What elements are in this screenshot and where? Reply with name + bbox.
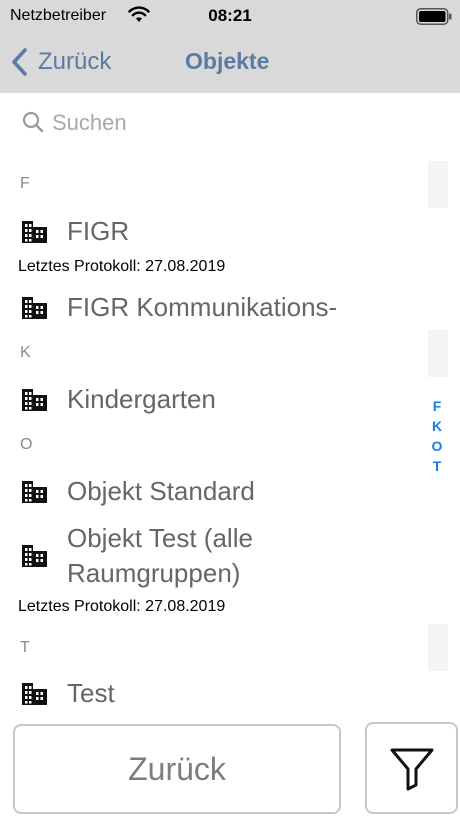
section-header-background: [428, 330, 448, 377]
navigation-bar: Zurück Objekte: [0, 32, 460, 93]
list-item-title: Test: [67, 678, 115, 708]
object-list[interactable]: F FIGR Letztes Protokoll: 27.08.2019 FIG…: [0, 153, 460, 720]
building-icon: [22, 297, 47, 319]
building-icon: [22, 481, 47, 503]
clock: 08:21: [208, 6, 252, 25]
section-index-f[interactable]: F: [425, 398, 449, 414]
chevron-left-icon: [12, 48, 27, 76]
building-icon: [22, 389, 47, 411]
section-header-background: [428, 624, 448, 671]
list-item-objekt-standard[interactable]: Objekt Standard: [0, 469, 420, 517]
section-header-o: O: [20, 436, 33, 453]
list-item-figr[interactable]: FIGR Letztes Protokoll: 27.08.2019: [0, 211, 420, 281]
list-item-title-line2: Raumgruppen): [67, 558, 241, 588]
search-input[interactable]: [52, 108, 432, 138]
filter-icon: [390, 748, 433, 791]
section-index-t[interactable]: T: [425, 458, 449, 474]
nav-back-label: Zurück: [38, 48, 112, 75]
list-item-title: Kindergarten: [67, 384, 216, 414]
list-item-objekt-test[interactable]: Objekt Test (alle Raumgruppen) Letztes P…: [0, 519, 420, 619]
list-item-figr-kommunikations[interactable]: FIGR Kommunikations-: [0, 285, 420, 333]
bottom-toolbar: Zurück: [0, 720, 460, 818]
list-item-title: FIGR Kommunikations-: [67, 292, 338, 322]
section-header-background: [428, 161, 448, 208]
list-item-subtitle: Letztes Protokoll: 27.08.2019: [18, 598, 226, 615]
building-icon: [22, 545, 47, 567]
list-item-title: FIGR: [67, 216, 130, 246]
building-icon: [22, 683, 47, 705]
section-header-k: K: [20, 344, 31, 361]
list-item-title: Objekt Standard: [67, 476, 255, 506]
battery-icon: [416, 8, 452, 25]
search-bar: [0, 93, 460, 153]
section-header-t: T: [20, 639, 30, 656]
section-index-o[interactable]: O: [425, 438, 449, 454]
status-bar: Netzbetreiber 08:21: [0, 0, 460, 32]
section-header-f: F: [20, 175, 30, 192]
list-item-test[interactable]: Test: [0, 671, 420, 719]
filter-button[interactable]: [365, 722, 458, 814]
list-item-title-line1: Objekt Test (alle: [67, 523, 253, 553]
search-icon: [22, 111, 44, 133]
back-button[interactable]: Zurück: [13, 724, 341, 814]
list-item-subtitle: Letztes Protokoll: 27.08.2019: [18, 258, 226, 275]
building-icon: [22, 221, 47, 243]
list-item-kindergarten[interactable]: Kindergarten: [0, 377, 420, 425]
page-title: Objekte: [185, 48, 270, 74]
nav-back-button[interactable]: Zurück: [10, 46, 111, 78]
section-index-k[interactable]: K: [425, 418, 449, 434]
